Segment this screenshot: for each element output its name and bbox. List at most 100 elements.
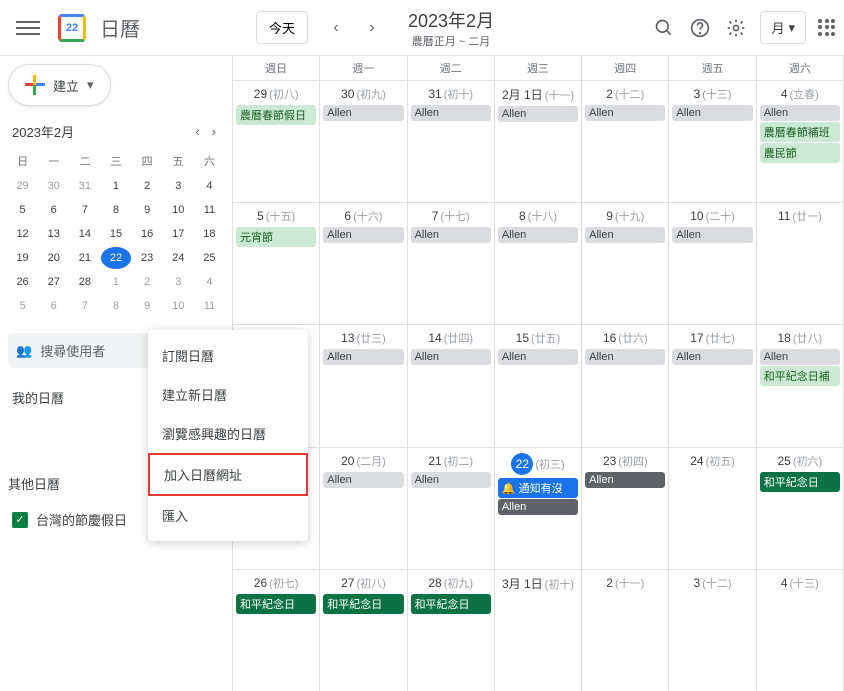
mini-day[interactable]: 8 xyxy=(101,295,130,317)
mini-calendar[interactable]: 日一二三四五六293031123456789101112131415161718… xyxy=(8,149,224,317)
mini-day[interactable]: 9 xyxy=(133,295,162,317)
event-chip[interactable]: Allen xyxy=(323,227,403,243)
event-chip[interactable]: Allen xyxy=(411,349,491,365)
mini-day[interactable]: 10 xyxy=(164,295,193,317)
day-cell[interactable]: 6(十六)Allen xyxy=(320,203,407,324)
mini-day[interactable]: 10 xyxy=(164,199,193,221)
mini-day[interactable]: 15 xyxy=(101,223,130,245)
day-cell[interactable]: 3(十二) xyxy=(669,570,756,691)
day-cell[interactable]: 2(十二)Allen xyxy=(582,81,669,202)
mini-day[interactable]: 31 xyxy=(70,175,99,197)
event-chip[interactable]: Allen xyxy=(411,105,491,121)
view-selector[interactable]: 月▾ xyxy=(760,11,806,44)
mini-day[interactable]: 4 xyxy=(195,175,224,197)
mini-day[interactable]: 21 xyxy=(70,247,99,269)
mini-day[interactable]: 16 xyxy=(133,223,162,245)
menu-add-url[interactable]: 加入日曆網址 xyxy=(148,453,308,496)
mini-day[interactable]: 5 xyxy=(8,295,37,317)
day-cell[interactable]: 22(初三)🔔 通知有沒Allen xyxy=(495,448,582,569)
mini-day[interactable]: 6 xyxy=(39,199,68,221)
event-chip[interactable]: 農民節 xyxy=(760,143,840,163)
mini-day[interactable]: 14 xyxy=(70,223,99,245)
mini-day[interactable]: 28 xyxy=(70,271,99,293)
mini-next-button[interactable]: › xyxy=(208,124,220,139)
mini-day[interactable]: 11 xyxy=(195,199,224,221)
mini-day[interactable]: 7 xyxy=(70,295,99,317)
mini-day[interactable]: 11 xyxy=(195,295,224,317)
event-chip[interactable]: Allen xyxy=(323,349,403,365)
mini-day[interactable]: 19 xyxy=(8,247,37,269)
event-chip[interactable]: 🔔 通知有沒 xyxy=(498,478,578,498)
event-chip[interactable]: Allen xyxy=(323,105,403,121)
mini-day[interactable]: 3 xyxy=(164,271,193,293)
day-cell[interactable]: 14(廿四)Allen xyxy=(408,325,495,446)
day-cell[interactable]: 11(廿一) xyxy=(757,203,844,324)
day-cell[interactable]: 23(初四)Allen xyxy=(582,448,669,569)
mini-day[interactable]: 29 xyxy=(8,175,37,197)
day-cell[interactable]: 5(十五)元宵節 xyxy=(233,203,320,324)
day-cell[interactable]: 29(初八)農曆春節假日 xyxy=(233,81,320,202)
day-cell[interactable]: 25(初六)和平紀念日 xyxy=(757,448,844,569)
mini-day[interactable]: 18 xyxy=(195,223,224,245)
day-cell[interactable]: 8(十八)Allen xyxy=(495,203,582,324)
event-chip[interactable]: Allen xyxy=(585,105,665,121)
day-cell[interactable]: 3(十三)Allen xyxy=(669,81,756,202)
event-chip[interactable]: Allen xyxy=(498,106,578,122)
mini-day[interactable]: 9 xyxy=(133,199,162,221)
mini-day[interactable]: 1 xyxy=(101,175,130,197)
day-cell[interactable]: 9(十九)Allen xyxy=(582,203,669,324)
event-chip[interactable]: Allen xyxy=(411,227,491,243)
event-chip[interactable]: Allen xyxy=(672,227,752,243)
day-cell[interactable]: 3月 1日(初十) xyxy=(495,570,582,691)
mini-day[interactable]: 4 xyxy=(195,271,224,293)
event-chip[interactable]: Allen xyxy=(498,227,578,243)
day-cell[interactable]: 2(十一) xyxy=(582,570,669,691)
event-chip[interactable]: 和平紀念日 xyxy=(411,594,491,614)
prev-month-button[interactable]: ‹ xyxy=(320,12,352,44)
mini-day[interactable]: 30 xyxy=(39,175,68,197)
event-chip[interactable]: 和平紀念日 xyxy=(323,594,403,614)
menu-toggle[interactable] xyxy=(16,16,40,40)
mini-day[interactable]: 1 xyxy=(101,271,130,293)
mini-day[interactable]: 22 xyxy=(101,247,130,269)
help-icon[interactable] xyxy=(688,16,712,40)
menu-subscribe[interactable]: 訂閱日曆 xyxy=(148,336,308,375)
mini-day[interactable]: 17 xyxy=(164,223,193,245)
event-chip[interactable]: 農曆春節補班 xyxy=(760,122,840,142)
day-cell[interactable]: 17(廿七)Allen xyxy=(669,325,756,446)
mini-prev-button[interactable]: ‹ xyxy=(191,124,203,139)
day-cell[interactable]: 18(廿八)Allen和平紀念日補 xyxy=(757,325,844,446)
create-button[interactable]: 建立 ▾ xyxy=(8,64,111,106)
day-cell[interactable]: 15(廿五)Allen xyxy=(495,325,582,446)
day-cell[interactable]: 2月 1日(十一)Allen xyxy=(495,81,582,202)
day-cell[interactable]: 26(初七)和平紀念日 xyxy=(233,570,320,691)
event-chip[interactable]: Allen xyxy=(760,105,840,121)
day-cell[interactable]: 16(廿六)Allen xyxy=(582,325,669,446)
mini-day[interactable]: 3 xyxy=(164,175,193,197)
event-chip[interactable]: Allen xyxy=(411,472,491,488)
mini-day[interactable]: 8 xyxy=(101,199,130,221)
day-cell[interactable]: 21(初二)Allen xyxy=(408,448,495,569)
settings-icon[interactable] xyxy=(724,16,748,40)
day-cell[interactable]: 30(初九)Allen xyxy=(320,81,407,202)
event-chip[interactable]: 農曆春節假日 xyxy=(236,105,316,125)
mini-day[interactable]: 23 xyxy=(133,247,162,269)
day-cell[interactable]: 4(十三) xyxy=(757,570,844,691)
mini-day[interactable]: 27 xyxy=(39,271,68,293)
day-cell[interactable]: 10(二十)Allen xyxy=(669,203,756,324)
event-chip[interactable]: Allen xyxy=(498,349,578,365)
day-cell[interactable]: 7(十七)Allen xyxy=(408,203,495,324)
event-chip[interactable]: Allen xyxy=(498,499,578,515)
event-chip[interactable]: Allen xyxy=(585,227,665,243)
mini-day[interactable]: 12 xyxy=(8,223,37,245)
mini-day[interactable]: 5 xyxy=(8,199,37,221)
mini-day[interactable]: 2 xyxy=(133,175,162,197)
mini-day[interactable]: 24 xyxy=(164,247,193,269)
mini-day[interactable]: 20 xyxy=(39,247,68,269)
event-chip[interactable]: Allen xyxy=(323,472,403,488)
mini-day[interactable]: 2 xyxy=(133,271,162,293)
mini-day[interactable]: 26 xyxy=(8,271,37,293)
day-cell[interactable]: 28(初九)和平紀念日 xyxy=(408,570,495,691)
event-chip[interactable]: Allen xyxy=(585,349,665,365)
event-chip[interactable]: 和平紀念日 xyxy=(236,594,316,614)
